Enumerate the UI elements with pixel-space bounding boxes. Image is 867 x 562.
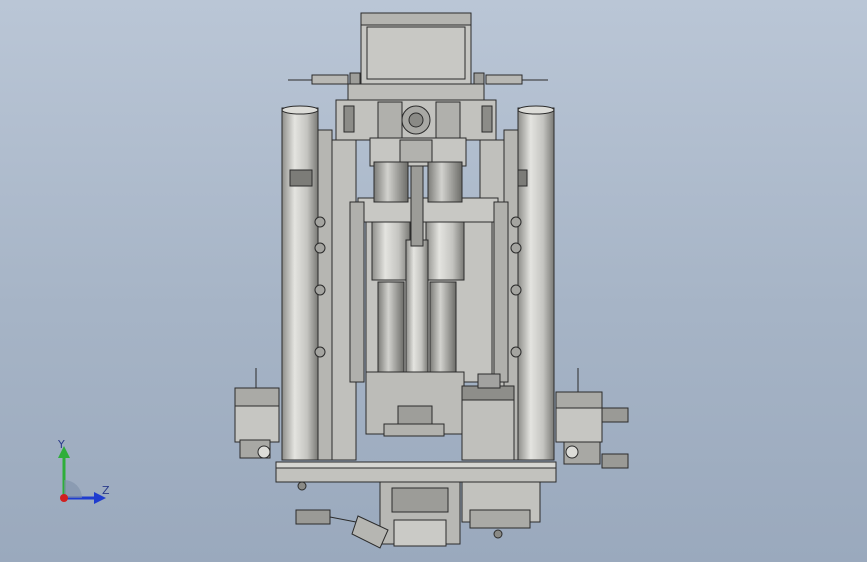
coordinate-triad: Y Z: [40, 436, 120, 512]
3d-viewport[interactable]: Y Z: [0, 0, 867, 562]
lower-block: [365, 371, 515, 461]
right-bracket: [555, 368, 629, 469]
top-frame: [335, 83, 497, 167]
bottom-drive: [295, 481, 541, 549]
assembly-model[interactable]: [0, 0, 867, 562]
left-column: [281, 105, 319, 461]
right-column: [514, 105, 555, 461]
y-axis-label: Y: [58, 438, 65, 451]
z-axis-label: Z: [102, 484, 110, 497]
left-bracket: [234, 368, 280, 459]
top-motor: [360, 12, 472, 86]
